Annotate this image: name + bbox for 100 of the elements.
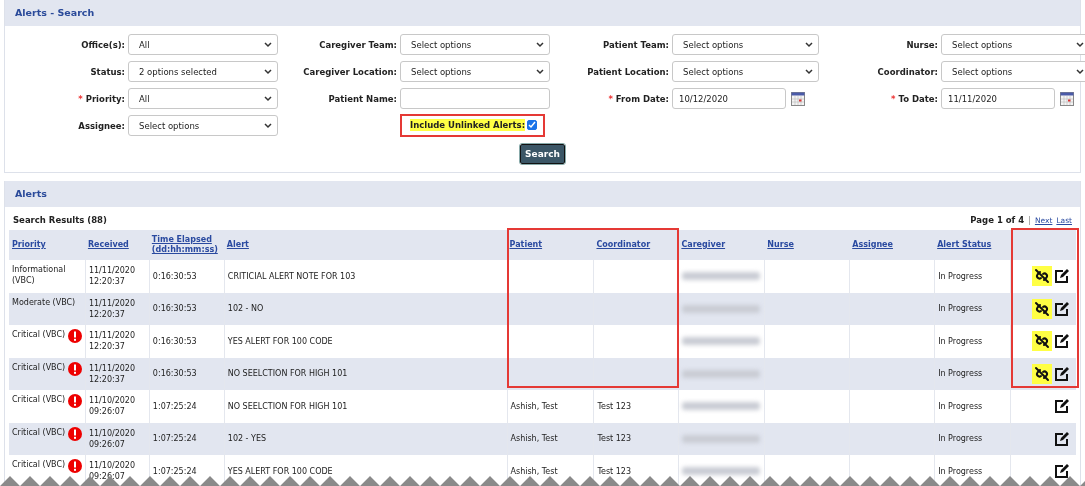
select-field[interactable]: All [128, 34, 278, 55]
table-cell: In Progress [938, 400, 983, 412]
table-cell-text: 11/10/2020 09:26:07 [88, 395, 137, 418]
field-label: Caregiver Team: [319, 39, 397, 50]
chevron-icon [1076, 41, 1084, 48]
select-field[interactable]: Select options [672, 34, 819, 55]
table-cell: In Progress [938, 368, 983, 380]
results-count: Search Results (88) [13, 215, 107, 225]
table-cell: In Progress [938, 335, 983, 347]
unlink-button[interactable] [1032, 266, 1052, 287]
table-cell: 102 - YES [227, 433, 267, 445]
column-header[interactable]: Alert Status [934, 239, 1011, 251]
select-field[interactable]: Select options [128, 115, 278, 136]
table-cell: YES ALERT FOR 100 CODE [227, 465, 333, 477]
date-field[interactable]: 10/12/2020 [672, 88, 786, 109]
field-label: Patient Name: [328, 93, 397, 104]
table-cell-text: 11/11/2020 12:20:37 [88, 362, 137, 385]
table-cell-text: 11/11/2020 12:20:37 [88, 265, 137, 288]
broken-link-icon [1034, 333, 1050, 350]
table-cell-text: 11/11/2020 12:20:37 [88, 330, 137, 353]
required-mark: * [608, 93, 613, 104]
column-header[interactable]: Assignee [849, 239, 935, 251]
table-cell-text: Informational (VBC) [12, 264, 67, 287]
panel-title: Alerts - Search [5, 0, 1080, 26]
select-field[interactable]: Select options [941, 61, 1085, 82]
calendar-icon[interactable] [1060, 91, 1074, 106]
unlink-button[interactable] [1032, 363, 1052, 384]
table-cell: Test 123 [597, 465, 631, 477]
chevron-icon [1076, 68, 1084, 75]
select-field[interactable]: Select options [400, 34, 550, 55]
chevron-icon [264, 68, 272, 75]
field-label: Coordinator: [877, 66, 938, 77]
column-header[interactable]: Caregiver [678, 239, 765, 251]
select-field[interactable]: Select options [941, 34, 1085, 55]
column-header[interactable]: Alert [223, 239, 507, 251]
calendar-icon[interactable] [791, 91, 805, 106]
column-header[interactable]: Received [84, 239, 149, 251]
search-button[interactable]: Search [520, 144, 565, 164]
broken-link-icon [1034, 365, 1050, 382]
select-field[interactable]: Select options [672, 61, 819, 82]
table-cell: Ashish, Test [510, 465, 558, 477]
table-cell: In Progress [938, 270, 983, 282]
table-cell: 1:07:25:24 [152, 433, 197, 445]
unlink-button[interactable] [1032, 298, 1052, 319]
separator: | [1028, 215, 1031, 225]
edit-icon[interactable] [1054, 398, 1070, 415]
unlink-button[interactable] [1032, 331, 1052, 352]
table-cell: 0:16:30:53 [152, 303, 197, 315]
table-cell: 0:16:30:53 [152, 335, 197, 347]
table-cell: 102 - NO [227, 303, 264, 315]
edit-icon[interactable] [1054, 463, 1070, 480]
table-cell: NO SEELCTION FOR HIGH 101 [227, 400, 348, 412]
column-header[interactable]: Priority [9, 239, 85, 251]
field-label: Priority: [85, 93, 125, 104]
select-field[interactable]: Select options [400, 61, 550, 82]
required-mark: * [891, 93, 896, 104]
table-cell: 0:16:30:53 [152, 368, 197, 380]
date-field[interactable]: 11/11/2020 [941, 88, 1055, 109]
table-cell: Test 123 [597, 433, 631, 445]
column-header[interactable]: Time Elapsed (dd:hh:mm:ss) [148, 234, 224, 256]
broken-link-icon [1034, 268, 1050, 285]
table-cell: Ashish, Test [510, 400, 558, 412]
field-label: Patient Location: [587, 66, 669, 77]
select-field[interactable]: All [128, 88, 278, 109]
chevron-icon [805, 68, 813, 75]
table-cell-text: 11/10/2020 09:26:07 [88, 427, 137, 450]
chevron-icon [264, 122, 272, 129]
table-cell: 1:07:25:24 [152, 465, 197, 477]
column-header[interactable]: Coordinator [593, 239, 679, 251]
field-label: Patient Team: [603, 39, 669, 50]
table-cell: YES ALERT FOR 100 CODE [227, 335, 333, 347]
column-header[interactable]: Patient [506, 239, 594, 251]
column-header[interactable]: Nurse [764, 239, 850, 251]
field-label: Nurse: [906, 39, 938, 50]
input-field[interactable] [400, 88, 550, 109]
select-field[interactable]: 2 options selected [128, 61, 278, 82]
page-indicator: Page 1 of 4 [970, 215, 1025, 225]
table-cell: Critical (VBC) [12, 426, 66, 438]
edit-icon[interactable] [1054, 268, 1070, 285]
table-cell: 1:07:25:24 [152, 400, 197, 412]
table-cell: In Progress [938, 433, 983, 445]
checkbox[interactable] [527, 120, 538, 130]
table-cell-text: 11/11/2020 12:20:37 [88, 297, 137, 320]
checkbox-label: Include Unlinked Alerts: [410, 119, 526, 131]
panel-title: Alerts [5, 181, 1080, 207]
table-cell: Critical (VBC) [12, 361, 66, 373]
edit-icon[interactable] [1054, 300, 1070, 317]
required-mark: * [78, 93, 83, 104]
field-label: Office(s): [81, 39, 125, 50]
edit-icon[interactable] [1054, 365, 1070, 382]
chevron-icon [264, 95, 272, 102]
field-label: To Date: [898, 93, 938, 104]
edit-icon[interactable] [1054, 333, 1070, 350]
table-cell: NO SEELCTION FOR HIGH 101 [227, 368, 348, 380]
edit-icon[interactable] [1054, 430, 1070, 447]
table-cell: In Progress [938, 465, 983, 477]
table-cell: CRITICIAL ALERT NOTE FOR 103 [227, 270, 356, 282]
table-cell: Critical (VBC) [12, 394, 66, 406]
table-cell: Test 123 [597, 400, 631, 412]
field-label: Caregiver Location: [303, 66, 397, 77]
